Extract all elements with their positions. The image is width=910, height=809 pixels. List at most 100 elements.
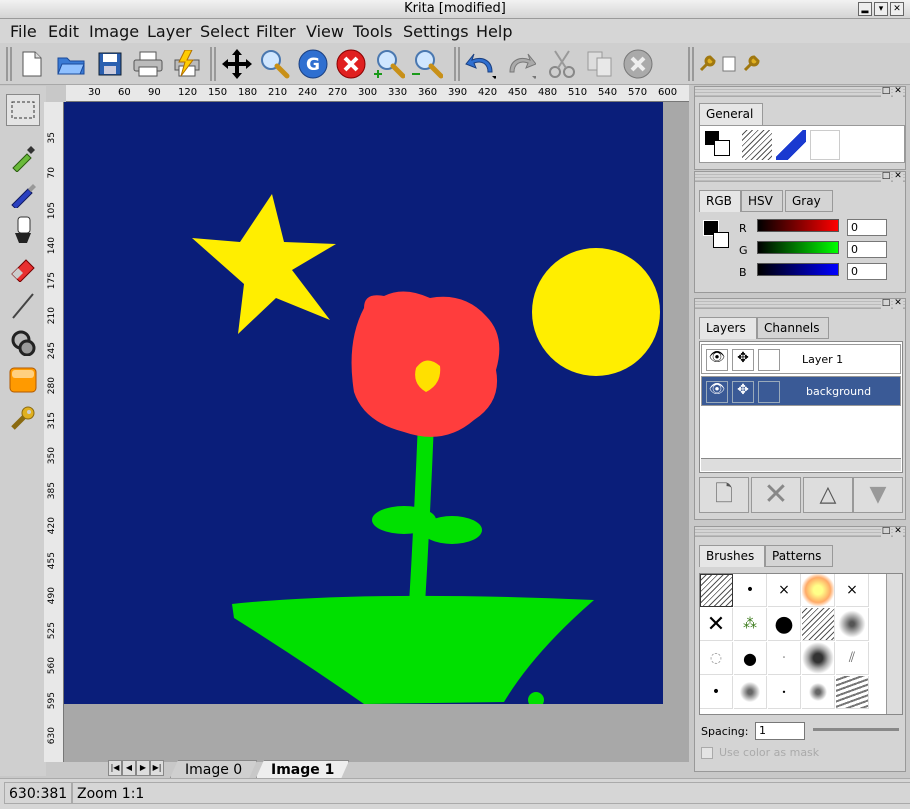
menu-view[interactable]: View (306, 22, 344, 41)
red-input[interactable]: 0 (847, 219, 887, 236)
panel-close-icon[interactable]: ✕ (893, 87, 903, 97)
menu-tools[interactable]: Tools (353, 22, 392, 41)
new-layer-icon[interactable]: 🗋 (699, 477, 749, 513)
brush-cell[interactable] (734, 676, 767, 709)
current-gradient-icon[interactable] (776, 130, 806, 160)
green-slider[interactable] (757, 241, 839, 254)
menu-layer[interactable]: Layer (147, 22, 192, 41)
panel-float-icon[interactable]: □ (881, 299, 891, 309)
brush-cell[interactable] (836, 608, 869, 641)
save-icon[interactable] (94, 48, 126, 80)
page-icon[interactable] (718, 48, 740, 80)
tab-image-1[interactable]: Image 1 (256, 760, 349, 778)
drawing-canvas[interactable] (64, 102, 663, 704)
tab-hsv[interactable]: HSV (741, 190, 783, 212)
brush-cell[interactable]: ● (734, 642, 767, 675)
brush-cell[interactable]: · (768, 642, 801, 675)
color-picker-icon[interactable] (6, 142, 40, 174)
rect-select-icon[interactable] (6, 94, 40, 126)
tab-gray[interactable]: Gray (785, 190, 833, 212)
layer-move-icon[interactable]: ✥ (732, 349, 754, 371)
green-input[interactable]: 0 (847, 241, 887, 258)
use-color-mask-checkbox[interactable] (701, 747, 713, 759)
panel-close-icon[interactable]: ✕ (893, 527, 903, 537)
brush-cell[interactable]: ◌ (700, 642, 733, 675)
panel-close-icon[interactable]: ✕ (893, 299, 903, 309)
brush-cell[interactable]: ✕ (700, 608, 733, 641)
panel-header[interactable] (695, 172, 905, 182)
brush-cell[interactable]: ⁂ (734, 608, 767, 641)
brush-cell[interactable] (836, 676, 869, 709)
print-icon[interactable] (132, 48, 164, 80)
open-folder-icon[interactable] (55, 48, 87, 80)
tab-layers[interactable]: Layers (699, 317, 757, 339)
airbrush-icon[interactable] (6, 214, 40, 246)
toolbar-grip[interactable] (688, 47, 694, 81)
copy-icon[interactable] (584, 48, 616, 80)
toolbar-grip[interactable] (454, 47, 460, 81)
close-button[interactable]: ✕ (890, 2, 904, 16)
redo-icon[interactable] (504, 48, 536, 80)
brush-cell[interactable] (802, 608, 835, 641)
menu-help[interactable]: Help (476, 22, 512, 41)
undo-icon[interactable] (464, 48, 496, 80)
brush-cell[interactable]: × (836, 574, 869, 607)
layer-move-icon[interactable]: ✥ (732, 381, 754, 403)
line-tool-icon[interactable] (6, 290, 40, 322)
brush-cell[interactable]: • (700, 676, 733, 709)
menu-edit[interactable]: Edit (48, 22, 79, 41)
stop-icon[interactable] (335, 48, 367, 80)
tab-brushes[interactable]: Brushes (699, 545, 765, 567)
delete-layer-icon[interactable]: ✕ (751, 477, 801, 513)
brush-settings-icon[interactable] (740, 48, 762, 80)
tab-rgb[interactable]: RGB (699, 190, 741, 212)
layer-row-selected[interactable]: 👁 ✥ background (701, 376, 901, 406)
spacing-input[interactable]: 1 (755, 722, 805, 740)
menu-settings[interactable]: Settings (403, 22, 469, 41)
zoom-in-icon[interactable] (373, 48, 405, 80)
layer-name[interactable]: background (806, 385, 871, 398)
panel-close-icon[interactable]: ✕ (893, 172, 903, 182)
minimize-button[interactable]: ▂ (858, 2, 872, 16)
visibility-eye-icon[interactable]: 👁 (706, 349, 728, 371)
tab-general[interactable]: General (699, 103, 763, 125)
panel-header[interactable] (695, 299, 905, 309)
tool-options-wrench-icon[interactable] (6, 402, 40, 434)
panel-header[interactable] (695, 87, 905, 97)
first-tab-icon[interactable]: |◀ (108, 760, 122, 776)
brush-cell[interactable] (700, 574, 733, 607)
delete-icon[interactable] (622, 48, 654, 80)
menu-image[interactable]: Image (89, 22, 139, 41)
brush-cell[interactable]: ⫽ (836, 642, 869, 675)
toolbar-grip[interactable] (6, 47, 12, 81)
brush-cell[interactable]: ● (768, 608, 801, 641)
panel-float-icon[interactable]: □ (881, 87, 891, 97)
brush-cell[interactable]: • (734, 574, 767, 607)
gradient-tool-icon[interactable] (6, 364, 40, 396)
tab-channels[interactable]: Channels (757, 317, 829, 339)
layer-row[interactable]: 👁 ✥ Layer 1 (701, 344, 901, 374)
print-preview-icon[interactable] (170, 48, 202, 80)
menu-file[interactable]: File (10, 22, 37, 41)
last-tab-icon[interactable]: ▶| (150, 760, 164, 776)
panel-float-icon[interactable]: □ (881, 527, 891, 537)
bg-color-swatch[interactable] (713, 232, 729, 248)
background-color-swatch[interactable] (714, 140, 730, 156)
current-brush-icon[interactable] (742, 130, 772, 160)
brush-cell[interactable]: • (768, 676, 801, 709)
panel-float-icon[interactable]: □ (881, 172, 891, 182)
visibility-eye-icon[interactable]: 👁 (706, 381, 728, 403)
blue-input[interactable]: 0 (847, 263, 887, 280)
toolbar-grip[interactable] (210, 47, 216, 81)
zoom-out-icon[interactable] (411, 48, 443, 80)
eraser-icon[interactable] (6, 252, 40, 284)
menu-select[interactable]: Select (200, 22, 249, 41)
brush-cell[interactable] (802, 676, 835, 709)
lower-layer-icon[interactable]: ▼ (853, 477, 903, 513)
blue-slider[interactable] (757, 263, 839, 276)
tab-patterns[interactable]: Patterns (765, 545, 833, 567)
current-pattern-icon[interactable] (810, 130, 840, 160)
red-slider[interactable] (757, 219, 839, 232)
brush-cell[interactable]: × (768, 574, 801, 607)
spacing-slider[interactable] (813, 728, 899, 731)
